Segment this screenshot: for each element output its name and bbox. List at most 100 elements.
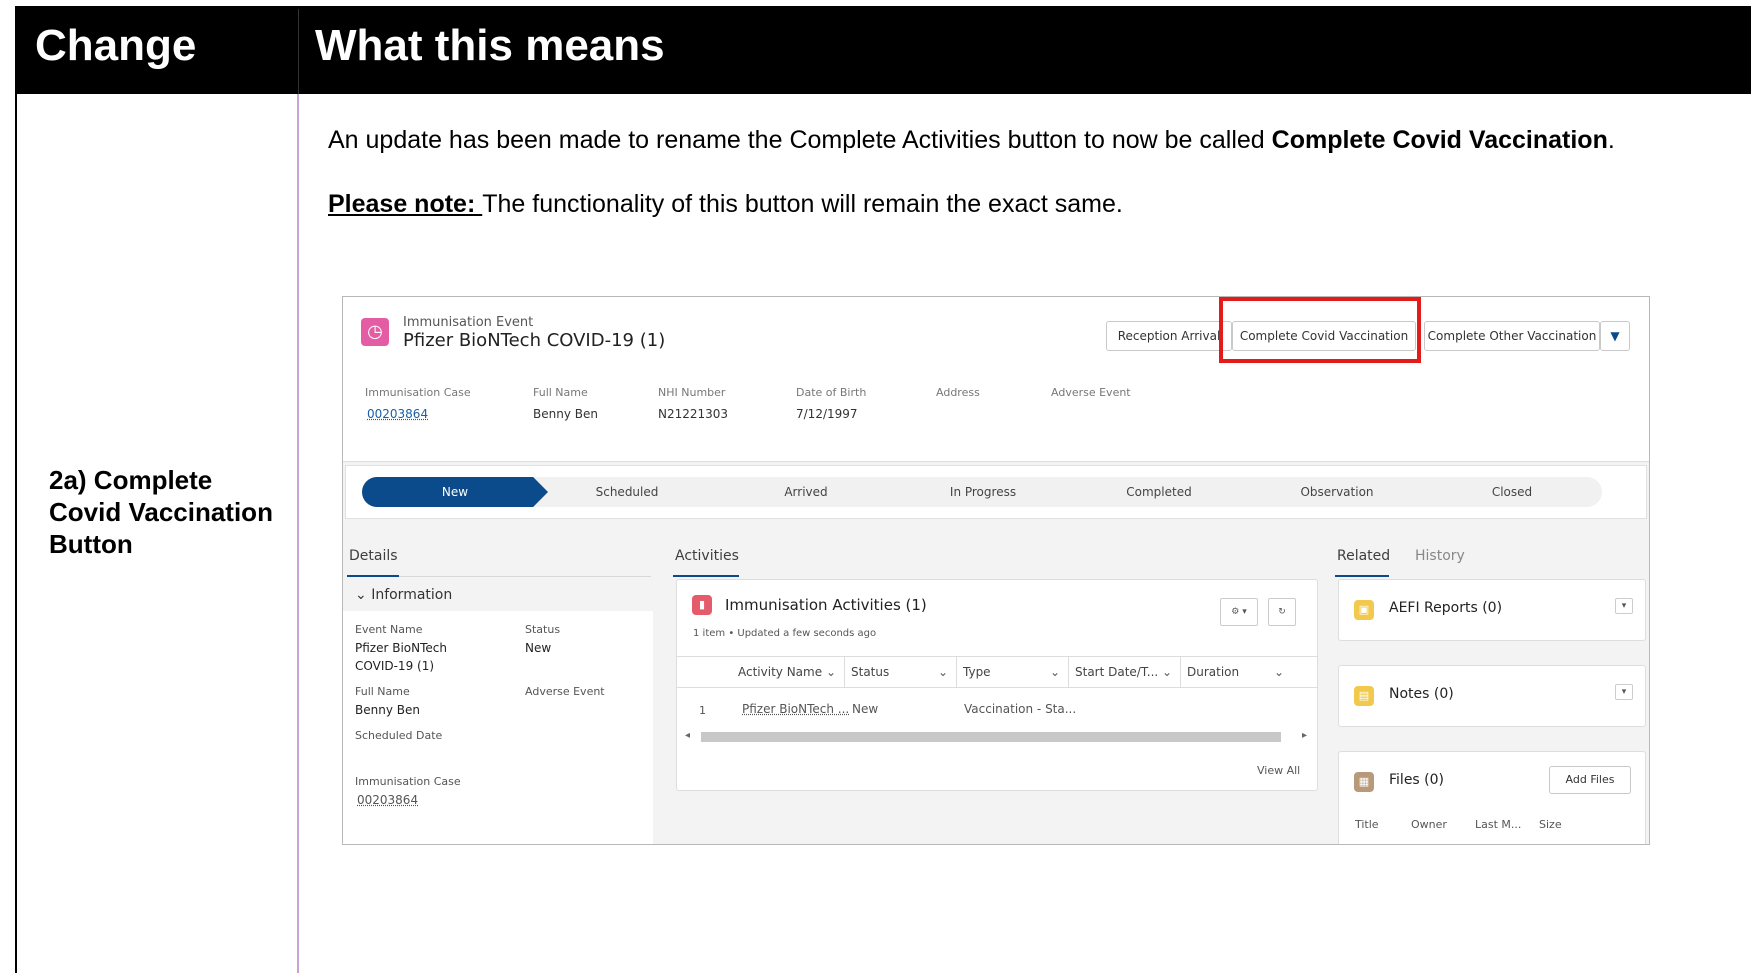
note-label: Please note: bbox=[328, 190, 483, 218]
update-text-end: . bbox=[1607, 126, 1615, 154]
card-title: Immunisation Activities (1) bbox=[725, 596, 927, 614]
notes-card: ▤ Notes (0) ▾ bbox=[1338, 665, 1646, 727]
column-label: Duration bbox=[1187, 665, 1240, 679]
table-column-divider bbox=[297, 94, 299, 973]
record-header: ◷ Immunisation Event Pfizer BioNTech COV… bbox=[343, 297, 1649, 462]
status-label: Status bbox=[525, 623, 561, 636]
update-description: An update has been made to rename the Co… bbox=[328, 126, 1615, 155]
full-name-label: Full Name bbox=[355, 685, 410, 698]
field-value: N21221303 bbox=[658, 407, 729, 421]
chevron-down-icon: ⌄ bbox=[355, 587, 372, 603]
event-name-label: Event Name bbox=[355, 623, 423, 636]
new-button-name: Complete Covid Vaccination bbox=[1271, 126, 1608, 154]
chevron-down-icon: ⌄ bbox=[825, 665, 836, 679]
full-name-value: Benny Ben bbox=[355, 703, 420, 717]
path-step-in-progress[interactable]: In Progress bbox=[894, 477, 1072, 507]
status-value: New bbox=[525, 641, 552, 655]
case-number-link[interactable]: 00203864 bbox=[367, 407, 428, 421]
salesforce-screenshot: ◷ Immunisation Event Pfizer BioNTech COV… bbox=[342, 296, 1650, 845]
reception-arrival-button[interactable]: Reception Arrival bbox=[1106, 321, 1232, 351]
field-label: Immunisation Case bbox=[365, 386, 471, 399]
activity-icon: ▮ bbox=[692, 595, 712, 615]
record-title: Pfizer BioNTech COVID-19 (1) bbox=[403, 330, 666, 351]
row-number: 1 bbox=[699, 704, 706, 717]
chevron-down-icon[interactable]: ▾ bbox=[1615, 598, 1633, 614]
report-icon: ▣ bbox=[1354, 600, 1374, 620]
chevron-down-icon: ⌄ bbox=[937, 665, 948, 679]
refresh-icon[interactable]: ↻ bbox=[1268, 598, 1296, 626]
field-label: Date of Birth bbox=[796, 386, 867, 399]
event-name-value: Pfizer BioNTech bbox=[355, 641, 447, 655]
path-step-arrived[interactable]: Arrived bbox=[716, 477, 896, 507]
add-files-button[interactable]: Add Files bbox=[1549, 766, 1631, 794]
tab-underline bbox=[347, 575, 399, 577]
chevron-down-icon: ⌄ bbox=[1273, 665, 1284, 679]
header-divider bbox=[298, 9, 299, 94]
column-header[interactable]: Activity Name ⌄ bbox=[732, 657, 844, 687]
tab-underline bbox=[673, 575, 739, 577]
status-path: New Scheduled Arrived In Progress Comple… bbox=[345, 465, 1647, 519]
tab-related[interactable]: Related bbox=[1337, 548, 1390, 564]
gear-icon[interactable]: ⚙ ▾ bbox=[1220, 598, 1258, 626]
chevron-down-icon[interactable]: ▾ bbox=[1615, 684, 1633, 700]
activities-table-header: Activity Name ⌄ Status ⌄ Type ⌄ Start Date/… bbox=[677, 656, 1317, 688]
scheduled-date-label: Scheduled Date bbox=[355, 729, 443, 742]
column-label: Activity Name bbox=[738, 665, 823, 679]
scroll-left-icon[interactable]: ◂ bbox=[685, 730, 690, 741]
complete-other-vaccination-button[interactable]: Complete Other Vaccination bbox=[1424, 321, 1600, 351]
field-value: Benny Ben bbox=[533, 407, 598, 421]
column-label: Start Date/T... bbox=[1075, 665, 1159, 679]
note-icon: ▤ bbox=[1354, 686, 1374, 706]
field-label: Full Name bbox=[533, 386, 588, 399]
tab-activities[interactable]: Activities bbox=[675, 548, 739, 564]
section-title: Information bbox=[371, 587, 453, 603]
view-all-link[interactable]: View All bbox=[1257, 764, 1300, 777]
field-label: NHI Number bbox=[658, 386, 726, 399]
path-step-scheduled[interactable]: Scheduled bbox=[542, 477, 712, 507]
immunisation-case-label: Immunisation Case bbox=[355, 775, 461, 788]
scroll-right-icon[interactable]: ▸ bbox=[1302, 730, 1307, 741]
column-header: Last M... bbox=[1475, 818, 1522, 831]
activity-name-link[interactable]: Pfizer BioNTech ... bbox=[742, 702, 849, 716]
field-label: Address bbox=[936, 386, 980, 399]
event-name-value-2: COVID-19 (1) bbox=[355, 659, 435, 673]
activity-type: Vaccination - Sta... bbox=[964, 702, 1077, 716]
horizontal-scrollbar[interactable]: ◂ ▸ bbox=[685, 730, 1307, 744]
immunisation-activities-card: ▮ Immunisation Activities (1) 1 item • U… bbox=[676, 579, 1318, 791]
tab-details[interactable]: Details bbox=[349, 548, 398, 564]
path-step-new[interactable]: New bbox=[362, 477, 548, 507]
card-subtitle: 1 item • Updated a few seconds ago bbox=[693, 628, 877, 639]
information-section[interactable]: ⌄ Information bbox=[355, 587, 452, 603]
activity-status: New bbox=[852, 702, 879, 716]
scrollbar-thumb[interactable] bbox=[701, 732, 1281, 742]
chevron-down-icon: ⌄ bbox=[1161, 665, 1172, 679]
notes-title[interactable]: Notes (0) bbox=[1389, 686, 1454, 702]
path-step-observation[interactable]: Observation bbox=[1248, 477, 1426, 507]
clock-icon: ◷ bbox=[361, 318, 389, 346]
files-card: ▦ Files (0) Add Files Title Owner Last M… bbox=[1338, 751, 1646, 844]
column-header: Owner bbox=[1411, 818, 1447, 831]
column-label: Type bbox=[963, 665, 991, 679]
adverse-event-label: Adverse Event bbox=[525, 685, 605, 698]
column-header[interactable]: Status ⌄ bbox=[844, 657, 956, 687]
note-text: The functionality of this button will re… bbox=[482, 190, 1123, 218]
path-step-closed[interactable]: Closed bbox=[1422, 477, 1602, 507]
object-label: Immunisation Event bbox=[403, 315, 534, 330]
more-actions-chevron-icon[interactable]: ▼ bbox=[1600, 321, 1630, 351]
field-value: 7/12/1997 bbox=[796, 407, 858, 421]
change-label: 2a) Complete Covid Vaccination Button bbox=[49, 465, 273, 559]
path-step-completed[interactable]: Completed bbox=[1070, 477, 1248, 507]
highlight-box bbox=[1219, 297, 1421, 363]
column-header[interactable]: Start Date/T... ⌄ bbox=[1068, 657, 1180, 687]
note-paragraph: Please note: The functionality of this b… bbox=[328, 190, 1123, 219]
immunisation-case-link[interactable]: 00203864 bbox=[357, 793, 418, 807]
column-header[interactable]: Type ⌄ bbox=[956, 657, 1068, 687]
tab-underline bbox=[1335, 575, 1389, 577]
divider bbox=[399, 576, 651, 577]
field-label: Adverse Event bbox=[1051, 386, 1131, 399]
aefi-reports-title[interactable]: AEFI Reports (0) bbox=[1389, 600, 1502, 616]
files-title[interactable]: Files (0) bbox=[1389, 772, 1444, 788]
tab-history[interactable]: History bbox=[1415, 548, 1465, 564]
column-header[interactable]: Duration ⌄ bbox=[1180, 657, 1292, 687]
change-column-header: Change bbox=[35, 21, 197, 70]
